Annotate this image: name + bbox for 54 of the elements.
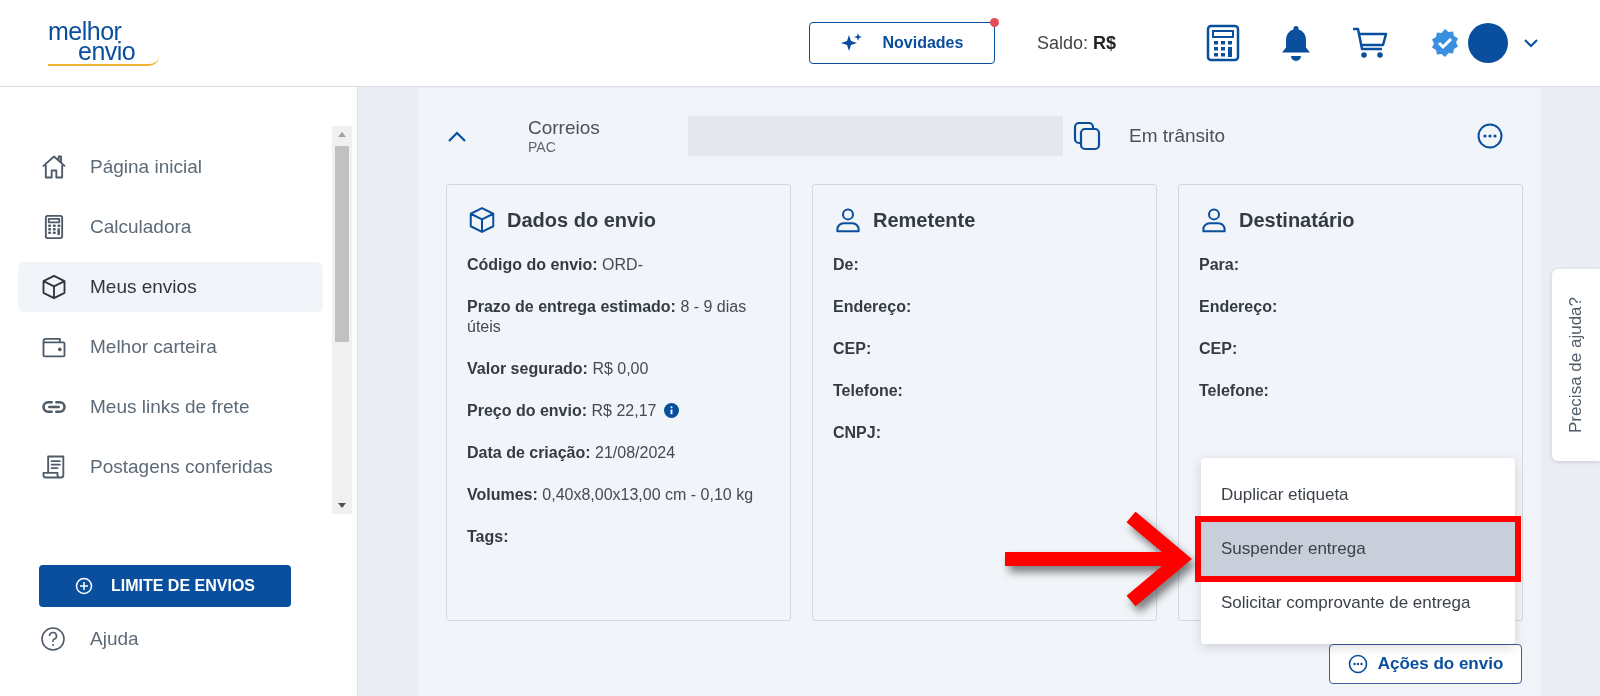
card-title: Dados do envio: [507, 208, 656, 232]
menu-item[interactable]: Duplicar etiqueta: [1201, 468, 1515, 522]
info-row-text: CEP:: [833, 339, 873, 359]
carrier-name: Correios: [528, 117, 601, 139]
info-row-text: Endereço:: [833, 297, 913, 317]
info-row: Preço do envio: R$ 22,17: [467, 401, 770, 421]
sidebar-item[interactable]: Melhor carteira: [18, 322, 323, 372]
avatar[interactable]: [1468, 23, 1508, 63]
status-text: Em trânsito: [1129, 125, 1227, 147]
info-row-text: Endereço:: [1199, 297, 1279, 317]
info-row-text: Data de criação: 21/08/2024: [467, 443, 677, 463]
more-icon: [1347, 654, 1368, 674]
info-row-text: Prazo de entrega estimado: 8 - 9 dias úteis: [467, 297, 748, 337]
limit-button[interactable]: LIMITE DE ENVIOS: [39, 565, 291, 607]
info-row-text: Código do envio: ORD-: [467, 255, 644, 275]
shipment-actions-button[interactable]: Ações do envio: [1329, 644, 1522, 684]
help-link[interactable]: Ajuda: [40, 624, 139, 654]
info-row-text: Para:: [1199, 255, 1241, 275]
help-icon: [40, 626, 66, 652]
service-name: PAC: [528, 139, 557, 155]
info-row-text: De:: [833, 255, 860, 275]
help-tab[interactable]: Precisa de ajuda?: [1552, 269, 1600, 461]
info-row-text: Telefone:: [1199, 381, 1270, 401]
sidebar-item[interactable]: Meus envios: [18, 262, 323, 312]
copy-icon[interactable]: [1073, 121, 1101, 151]
info-icon[interactable]: [664, 403, 680, 418]
sidebar-item[interactable]: Postagens conferidas: [18, 442, 323, 492]
info-row-text: Valor segurado: R$ 0,00: [467, 359, 650, 379]
person-icon: [833, 205, 863, 235]
home-icon: [40, 153, 68, 181]
info-row-text: CNPJ:: [833, 423, 882, 443]
balance-text: Saldo: R$: [1036, 32, 1116, 54]
menu-item[interactable]: Solicitar comprovante de entrega: [1201, 576, 1515, 630]
plus-circle-icon: [75, 577, 93, 595]
info-row-text: Telefone:: [833, 381, 904, 401]
calculator-icon[interactable]: [1206, 24, 1240, 62]
sidebar-item[interactable]: Calculadora: [18, 202, 323, 252]
card-title: Destinatário: [1239, 208, 1355, 232]
logo[interactable]: melhor envio: [48, 20, 160, 66]
sidebar-item[interactable]: Meus links de frete: [18, 382, 323, 432]
scrollbar[interactable]: [332, 126, 352, 514]
cart-icon[interactable]: [1352, 26, 1388, 60]
more-icon[interactable]: [1477, 123, 1503, 149]
info-row-text: Tags:: [467, 527, 510, 547]
info-row-text: Volumes: 0,40x8,00x13,00 cm - 0,10 kg: [467, 485, 755, 505]
chevron-up-icon[interactable]: [448, 130, 466, 142]
bell-icon[interactable]: [1280, 24, 1312, 62]
person-icon: [1199, 205, 1229, 235]
package-icon: [467, 205, 497, 235]
info-row-text: CEP:: [1199, 339, 1239, 359]
caret-icon[interactable]: [1524, 38, 1538, 48]
package-icon: [40, 273, 68, 301]
sidebar-item[interactable]: Página inicial: [18, 142, 323, 192]
card-title: Remetente: [873, 208, 976, 232]
